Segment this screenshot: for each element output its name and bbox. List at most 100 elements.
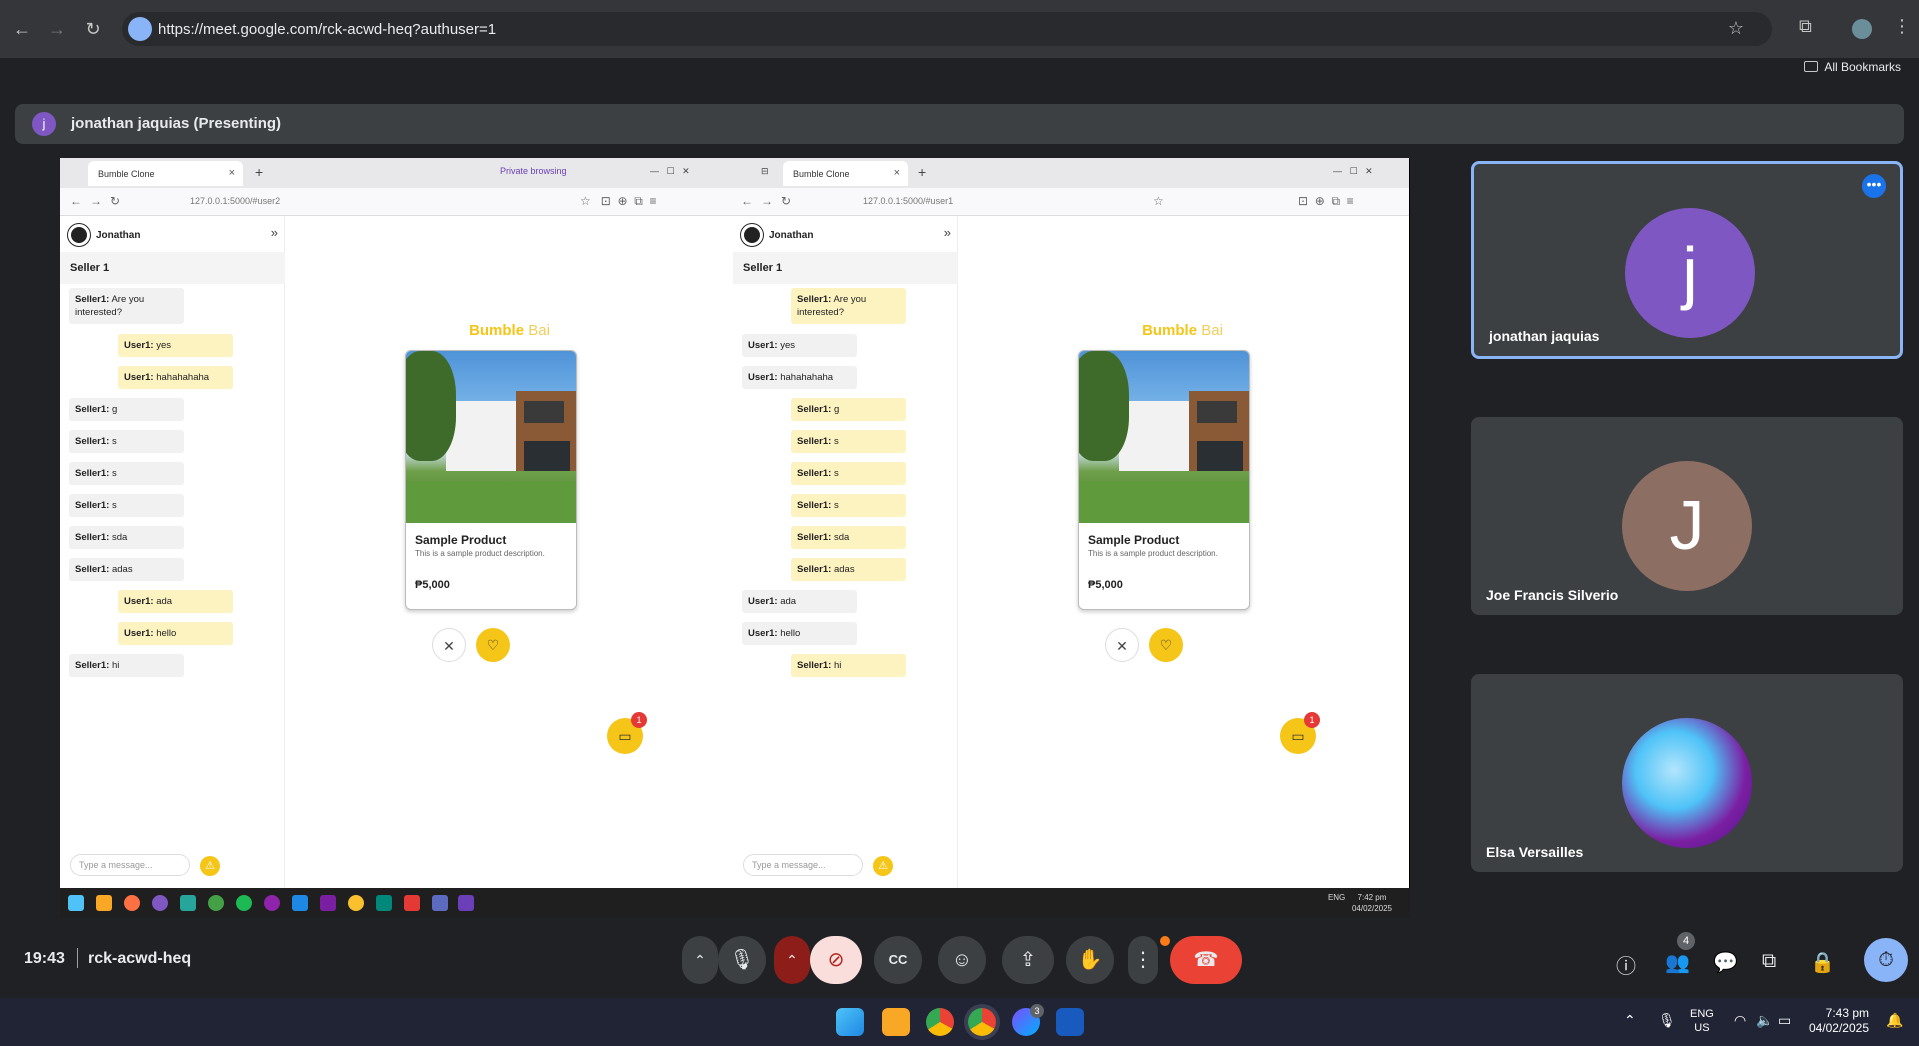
back-icon[interactable]: ← [741,194,753,208]
warning-icon[interactable]: ⚠ [873,856,893,876]
reload-icon[interactable]: ↻ [110,194,120,208]
word-icon[interactable] [1056,1008,1084,1036]
chat-fab[interactable]: ▭ 1 [1280,712,1320,754]
dislike-button[interactable]: ✕ [1105,628,1139,662]
close-tab-icon[interactable]: × [229,167,235,179]
toolbar-icons[interactable]: ☆ ⊡ ⊕ ⧉ ≡ [580,194,656,209]
back-icon[interactable]: ← [70,194,82,208]
profile-avatar[interactable] [1852,19,1872,39]
show-hidden-icons[interactable]: ⌃ [1624,1012,1636,1029]
menu-dots-icon[interactable]: ⋮ [1893,16,1911,37]
collapse-icon[interactable]: » [944,225,951,240]
forward-icon[interactable]: → [90,194,102,208]
message-text: s [109,468,117,479]
file-explorer-icon[interactable] [882,1008,910,1036]
seller-tab[interactable]: Seller 1 [60,252,285,284]
warning-icon[interactable]: ⚠ [200,856,220,876]
people-count-badge: 4 [1677,932,1695,950]
chat-icon[interactable]: 💬 [1713,950,1738,975]
chat-badge: 1 [1304,712,1320,728]
info-icon[interactable]: ⓘ [1616,950,1636,979]
language-indicator[interactable]: ENG US [1690,1007,1714,1035]
shared-taskbar: ENG 7:42 pm 04/02/2025 [60,888,1410,918]
participant-tile-1[interactable]: j ••• jonathan jaquias [1471,161,1903,359]
dislike-button[interactable]: ✕ [432,628,466,662]
message-sender: Seller1: [797,564,832,575]
mic-tray-icon[interactable]: 🎙 [1658,1012,1676,1029]
notifications-bell-icon[interactable]: 🔔 [1886,1012,1903,1029]
forward-icon[interactable]: → [761,194,773,208]
video-options-chevron-icon[interactable]: ⌃ [774,936,810,984]
forward-icon[interactable]: → [44,16,70,42]
chat-message: Seller1: g [791,398,906,421]
tab-bumble-clone[interactable]: Bumble Clone × [88,161,243,186]
back-icon[interactable]: ← [9,16,35,42]
battery-icon[interactable]: ▭ [1778,1012,1791,1029]
chat-message: User1: ada [118,590,233,613]
participant-tile-3[interactable]: Elsa Versailles [1471,674,1903,872]
wifi-icon[interactable]: ◠ [1734,1012,1746,1029]
tab-overview-icon[interactable]: ⊟ [761,166,769,177]
timer-icon[interactable]: ⏱ [1864,938,1908,982]
mic-button[interactable]: 🎙 [718,936,766,984]
clock-tray[interactable]: 7:43 pm 04/02/2025 [1809,1006,1869,1036]
message-text: s [831,468,839,479]
firefox-private-icon [152,895,168,911]
window-controls[interactable]: — ☐ ✕ [1333,166,1373,177]
more-options-icon[interactable]: ••• [1862,174,1886,198]
chat-message: Seller1: s [791,494,906,517]
window-controls[interactable]: — ☐ ✕ [650,166,690,177]
chat-message: User1: hahahahaha [742,366,857,389]
volume-icon[interactable]: 🔈 [1756,1012,1773,1029]
chrome-icon[interactable] [926,1008,954,1036]
message-input[interactable]: Type a message... [70,854,190,876]
chrome-active-icon[interactable] [968,1008,996,1036]
chat-fab[interactable]: ▭ 1 [607,712,647,754]
chat-message: Seller1: hi [791,654,906,677]
bookmark-star-icon[interactable]: ☆ [1153,194,1164,208]
tab-title: Bumble Clone [98,169,155,179]
meet-stage: j jonathan jaquias (Presenting) Bumble C… [0,86,1919,998]
emoji-button[interactable]: ☺ [938,936,986,984]
product-card[interactable]: Sample Product This is a sample product … [1078,350,1250,610]
present-button[interactable]: ⇪ [1002,936,1054,984]
activities-icon[interactable]: ⧉ [1762,950,1776,973]
new-tab-icon[interactable]: + [255,164,263,180]
participant-tile-2[interactable]: J Joe Francis Silverio [1471,417,1903,615]
participant-name: jonathan jaquias [1489,328,1600,344]
chat-message: Seller1: Are you interested? [69,288,184,324]
bookmark-star-icon[interactable]: ☆ [1728,18,1744,39]
like-button[interactable]: ♡ [1149,628,1183,662]
message-text: ada [153,596,173,607]
address-text[interactable]: 127.0.0.1:5000/#user2 [190,196,280,206]
message-input[interactable]: Type a message... [743,854,863,876]
address-text[interactable]: 127.0.0.1:5000/#user1 [863,196,953,206]
close-tab-icon[interactable]: × [894,167,900,179]
windows-start-icon[interactable] [836,1008,864,1036]
captions-button[interactable]: CC [874,936,922,984]
audio-options-chevron-icon[interactable]: ⌃ [682,936,718,984]
shared-tray: ENG 7:42 pm 04/02/2025 [1328,892,1392,914]
extensions-icon[interactable]: ⧉ [1799,16,1812,37]
toolbar-icons[interactable]: ⊡ ⊕ ⧉ ≡ [1298,194,1354,209]
new-tab-icon[interactable]: + [918,164,926,180]
message-sender: Seller1: [75,564,110,575]
seller-tab[interactable]: Seller 1 [733,252,958,284]
message-sender: Seller1: [75,468,110,479]
people-icon[interactable]: 👥 [1665,950,1690,975]
product-card[interactable]: Sample Product This is a sample product … [405,350,577,610]
camera-off-button[interactable]: ⊘ [810,936,862,984]
like-button[interactable]: ♡ [476,628,510,662]
raise-hand-button[interactable]: ✋ [1066,936,1114,984]
address-bar[interactable]: https://meet.google.com/rck-acwd-heq?aut… [122,12,1772,46]
more-options-button[interactable]: ⋮ [1128,936,1158,984]
host-controls-icon[interactable]: 🔒 [1810,950,1835,975]
bookmarks-bar[interactable]: All Bookmarks [1804,60,1901,74]
mic-site-icon[interactable] [128,17,152,41]
leave-call-button[interactable]: ☎ [1170,936,1242,984]
collapse-icon[interactable]: » [271,225,278,240]
reload-icon[interactable]: ↻ [80,16,106,42]
message-sender: User1: [748,596,778,607]
tab-bumble-clone[interactable]: Bumble Clone × [783,161,908,186]
reload-icon[interactable]: ↻ [781,194,791,208]
